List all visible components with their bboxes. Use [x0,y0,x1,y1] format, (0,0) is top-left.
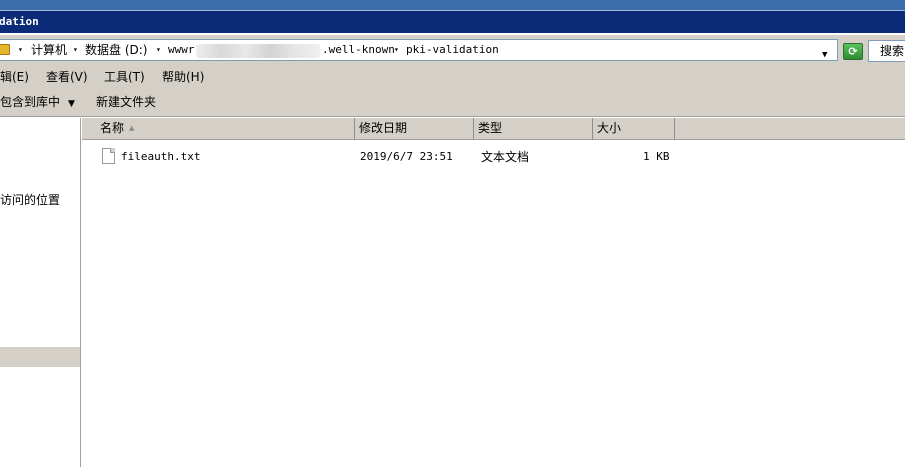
menu-help[interactable]: 帮助(H) [162,65,204,90]
dropdown-arrow-icon: ▼ [68,99,75,109]
breadcrumb-arrow-icon[interactable]: ▾ [394,40,399,60]
table-row[interactable]: fileauth.txt 2019/6/7 23:51 文本文档 1 KB [82,146,905,168]
nav-selected-item[interactable] [0,347,80,367]
breadcrumb-pki-validation[interactable]: pki-validation [406,40,499,60]
title-bar[interactable]: dation [0,11,905,33]
redacted-region [196,44,320,58]
file-list: 名称 ▲ 修改日期 类型 大小 fileauth.txt 2019/6/7 23:… [82,118,905,467]
sort-up-icon: ▲ [129,124,135,132]
breadcrumb-arrow-icon[interactable]: ▾ [156,40,161,60]
address-input[interactable]: ▾ 计算机 ▾ 数据盘 (D:) ▾ wwwr .well-known ▾ pk… [0,39,838,61]
text-file-icon [102,148,115,164]
address-bar: ▾ 计算机 ▾ 数据盘 (D:) ▾ wwwr .well-known ▾ pk… [0,35,905,65]
explorer-window: dation ▾ 计算机 ▾ 数据盘 (D:) ▾ wwwr .well-kno… [0,0,905,467]
navigation-pane: 访问的位置 [0,118,81,467]
nav-item-recent-places[interactable]: 访问的位置 [0,191,60,208]
menu-tools[interactable]: 工具(T) [104,65,145,90]
breadcrumb-site-folder[interactable]: wwwr [168,40,195,60]
column-size[interactable]: 大小 [593,118,675,140]
include-in-library-button[interactable]: 包含到库中 ▼ [0,90,75,117]
folder-icon [0,44,10,55]
menu-edit[interactable]: 辑(E) [0,65,29,90]
menu-view[interactable]: 查看(V) [46,65,88,90]
column-name[interactable]: 名称 ▲ [82,118,355,140]
file-size: 1 KB [643,150,670,163]
breadcrumb-well-known[interactable]: .well-known [322,40,395,60]
search-input[interactable]: 搜索 [868,40,905,62]
window-title: dation [0,15,39,28]
menu-bar: 辑(E) 查看(V) 工具(T) 帮助(H) [0,65,905,90]
window-frame-top [0,0,905,11]
file-type: 文本文档 [481,150,530,164]
new-folder-button[interactable]: 新建文件夹 [96,90,156,115]
breadcrumb-arrow-icon[interactable]: ▾ [73,40,78,60]
breadcrumb-computer[interactable]: 计算机 [31,40,67,60]
refresh-button[interactable]: ⟳ [843,43,863,60]
refresh-icon: ⟳ [848,45,858,58]
file-name: fileauth.txt [121,150,201,163]
command-bar: 包含到库中 ▼ 新建文件夹 [0,90,905,117]
column-type[interactable]: 类型 [474,118,593,140]
address-dropdown-icon[interactable]: ▼ [822,45,827,60]
file-date: 2019/6/7 23:51 [360,150,453,163]
search-label: 搜索 [880,44,905,58]
breadcrumb-drive[interactable]: 数据盘 (D:) [85,40,147,60]
breadcrumb-arrow-icon[interactable]: ▾ [18,40,23,60]
column-date-modified[interactable]: 修改日期 [355,118,474,140]
column-header: 名称 ▲ 修改日期 类型 大小 [82,118,905,140]
